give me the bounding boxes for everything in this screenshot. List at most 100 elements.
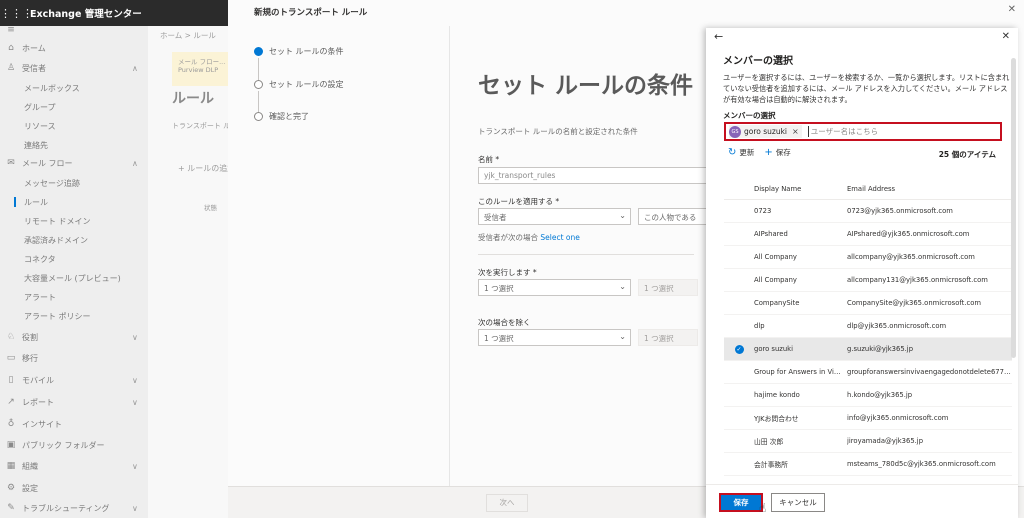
table-row[interactable]: YJKお問合わせ info@yjk365.onmicrosoft.com (724, 407, 1012, 430)
exception-select[interactable]: 1 つ選択 ⌄ (478, 329, 631, 346)
refresh-button[interactable]: ↻ 更新 (728, 147, 754, 158)
add-rule-button[interactable]: + ルールの追加 (178, 163, 228, 174)
table-row[interactable]: AIPshared AIPshared@yjk365.onmicrosoft.co… (724, 223, 1012, 246)
next-button[interactable]: 次へ (486, 494, 528, 512)
form-description: トランスポート ルールの名前と設定された条件 (478, 127, 638, 136)
chevron-icon[interactable]: ∧ (132, 64, 148, 73)
step-set-conditions[interactable]: セット ルールの条件 (254, 46, 344, 57)
nav-item[interactable]: ♙ 受信者 ∧ (0, 58, 148, 78)
left-navigation: ≡ ⌂ ホーム ♙ 受信者 ∧ メールボックス グループ リソース 連絡先 ✉ メール フロー ∧ メッセ… (0, 25, 148, 518)
nav-item[interactable]: アラート (0, 287, 148, 307)
select-value: この人物である (644, 213, 697, 222)
nav-item[interactable]: リモート ドメイン (0, 211, 148, 231)
nav-item[interactable]: アラート ポリシー (0, 306, 148, 326)
nav-item[interactable]: ♘ 役割 ∨ (0, 327, 148, 347)
cell-email-address: g.suzuki@yjk365.jp (847, 345, 914, 353)
app-launcher-icon[interactable]: ⋮⋮⋮ (0, 7, 33, 20)
nav-item[interactable]: 承認済みドメイン (0, 230, 148, 250)
save-button[interactable]: 保存 (719, 493, 763, 512)
nav-item[interactable]: ルール (0, 192, 148, 212)
app-title: Exchange 管理センター (30, 9, 142, 20)
table-row[interactable]: Group for Answers in Viva ... groupforans… (724, 361, 1012, 384)
nav-label: リモート ドメイン (24, 216, 91, 226)
nav-item[interactable]: ▯ モバイル ∨ (0, 370, 148, 390)
notice-text-2: Purview DLP (178, 66, 219, 74)
nav-item[interactable]: 連絡先 (0, 135, 148, 155)
panel-footer: 保存 ☝ キャンセル (706, 484, 1018, 518)
table-row[interactable]: CompanySite CompanySite@yjk365.onmicrosof… (724, 292, 1012, 315)
table-row[interactable]: hajime kondo h.kondo@yjk365.jp (724, 384, 1012, 407)
nav-item[interactable]: メッセージ追跡 (0, 173, 148, 193)
scrollbar[interactable] (1011, 58, 1016, 358)
chevron-icon[interactable]: ∨ (132, 333, 148, 342)
apply-rule-select[interactable]: 受信者 ⌄ (478, 208, 631, 225)
chevron-icon[interactable]: ∨ (132, 398, 148, 407)
page-subtitle: トランスポート ルール... (172, 122, 228, 130)
plus-icon: + (764, 147, 773, 158)
table-row[interactable]: All Company allcompany131@yjk365.onmicros… (724, 269, 1012, 292)
nav-item[interactable]: メールボックス (0, 78, 148, 98)
back-arrow-icon[interactable]: ← (714, 30, 723, 43)
cell-display-name: YJKお問合わせ (754, 415, 799, 423)
nav-label: 承認済みドメイン (24, 235, 88, 245)
rule-name-input[interactable]: yjk_transport_rules (478, 167, 718, 184)
nav-item[interactable]: ↗ レポート ∨ (0, 392, 148, 412)
chevron-icon[interactable]: ∨ (132, 504, 148, 513)
cancel-button[interactable]: キャンセル (771, 493, 825, 512)
nav-label: ホーム (22, 43, 46, 53)
exception-value-select[interactable]: 1 つ選択 (638, 329, 698, 346)
member-search-input[interactable]: GS goro suzuki × ユーザー名はこちら (724, 122, 1002, 141)
table-row[interactable]: All Company allcompany@yjk365.onmicrosoft… (724, 246, 1012, 269)
table-row[interactable]: dlp dlp@yjk365.onmicrosoft.com (724, 315, 1012, 338)
nav-item[interactable]: ▦ 組織 ∨ (0, 456, 148, 476)
cell-display-name: hajime kondo (754, 391, 800, 399)
table-row[interactable]: 会計事務所 msteams_780d5c@yjk365.onmicrosoft.c… (724, 453, 1012, 476)
apply-rule-operator-select[interactable]: この人物である (638, 208, 708, 225)
wizard-close-icon[interactable]: ✕ (1008, 4, 1016, 15)
table-row[interactable]: 0723 0723@yjk365.onmicrosoft.com (724, 200, 1012, 223)
row-check-cell[interactable]: ✓ (724, 344, 754, 354)
nav-icon: ♙ (6, 63, 16, 73)
nav-icon: ↗ (7, 397, 15, 407)
nav-item[interactable]: ✎ トラブルシューティング ∨ (0, 498, 148, 518)
column-display-name[interactable]: Display Name (754, 185, 847, 193)
cell-email-address: CompanySite@yjk365.onmicrosoft.com (847, 299, 981, 307)
chevron-icon[interactable]: ∨ (132, 376, 148, 385)
toolbar-save-button[interactable]: + 保存 (764, 147, 790, 158)
nav-item[interactable]: グループ (0, 97, 148, 117)
nav-label: 組織 (22, 461, 38, 471)
action-value-select[interactable]: 1 つ選択 (638, 279, 698, 296)
apply-rule-label: このルールを適用する * (478, 197, 560, 206)
nav-item[interactable]: ✉ メール フロー ∧ (0, 153, 148, 173)
nav-icon: ≡ (7, 25, 15, 35)
chevron-icon[interactable]: ∨ (132, 462, 148, 471)
action-select[interactable]: 1 つ選択 ⌄ (478, 279, 631, 296)
nav-item[interactable]: ⌂ ホーム (0, 38, 148, 58)
nav-label: トラブルシューティング (22, 503, 110, 513)
search-placeholder[interactable]: ユーザー名はこちら (807, 126, 878, 137)
nav-item[interactable]: ▣ パブリック フォルダー (0, 435, 148, 455)
nav-item[interactable]: ▭ 移行 (0, 348, 148, 368)
table-row[interactable]: 山田 次郎 jiroyamada@yjk365.jp (724, 430, 1012, 453)
selected-member-chip[interactable]: GS goro suzuki × (729, 125, 802, 138)
section-divider (478, 254, 694, 255)
member-select-label: メンバーの選択 (723, 111, 776, 120)
table-row[interactable]: ✓ goro suzuki g.suzuki@yjk365.jp (724, 338, 1012, 361)
select-one-link[interactable]: Select one (540, 233, 579, 242)
close-icon[interactable]: ✕ (1002, 31, 1010, 42)
chevron-icon[interactable]: ∧ (132, 159, 148, 168)
nav-icon: ⌂ (8, 43, 14, 53)
step-review-finish[interactable]: 確認と完了 (254, 111, 309, 122)
nav-label: アラート (24, 292, 56, 302)
nav-item[interactable]: リソース (0, 116, 148, 136)
column-email-address[interactable]: Email Address (847, 185, 1012, 193)
nav-item[interactable]: ⚙ 設定 (0, 478, 148, 498)
hand-cursor-icon: ☝ (759, 501, 767, 515)
toolbar-save-label: 保存 (775, 148, 791, 157)
remove-chip-icon[interactable]: × (792, 127, 799, 136)
nav-item[interactable]: 大容量メール (プレビュー) (0, 268, 148, 288)
nav-item[interactable]: コネクタ (0, 249, 148, 269)
nav-item[interactable]: ≡ (0, 20, 148, 40)
nav-item[interactable]: ♁ インサイト (0, 414, 148, 434)
step-set-settings[interactable]: セット ルールの設定 (254, 79, 344, 90)
